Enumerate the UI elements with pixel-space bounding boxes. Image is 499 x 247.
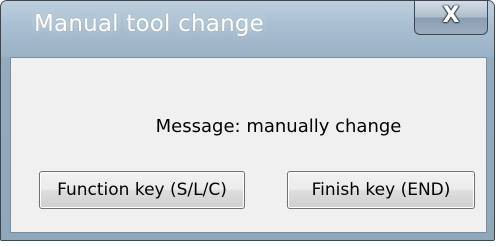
message-text: Message: manually change — [155, 116, 402, 137]
window-title: Manual tool change — [34, 11, 264, 37]
close-button[interactable]: X — [414, 1, 488, 35]
close-icon: X — [442, 3, 460, 28]
dialog-content: Message: manually change Function key (S… — [10, 57, 487, 233]
dialog-window: Manual tool change X Message: manually c… — [0, 0, 495, 241]
title-bar[interactable]: Manual tool change X — [1, 1, 494, 57]
finish-key-button[interactable]: Finish key (END) — [287, 171, 475, 209]
function-key-button[interactable]: Function key (S/L/C) — [39, 171, 245, 209]
